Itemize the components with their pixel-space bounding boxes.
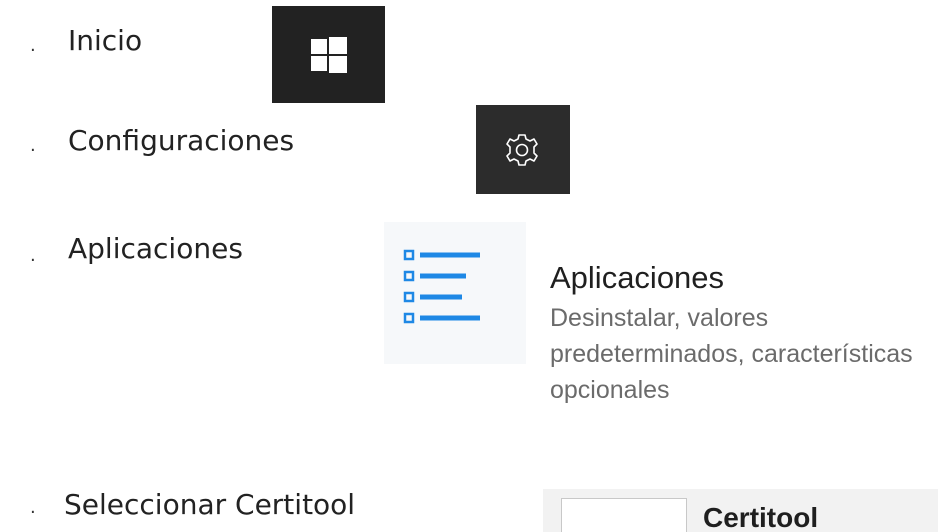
apps-card-description: Desinstalar, valores predeterminados, ca… bbox=[550, 304, 913, 404]
start-button[interactable] bbox=[272, 6, 385, 103]
apps-card-title: Aplicaciones bbox=[550, 260, 725, 295]
apps-settings-card[interactable]: Aplicaciones Desinstalar, valores predet… bbox=[384, 222, 938, 452]
step-bullet: · bbox=[30, 250, 36, 271]
step-label-configuraciones: Configuraciones bbox=[68, 124, 295, 157]
settings-button[interactable] bbox=[476, 105, 570, 194]
certitool-list-item[interactable]: Certitool bbox=[543, 489, 938, 532]
step-label-aplicaciones: Aplicaciones bbox=[68, 232, 243, 265]
step-bullet: · bbox=[30, 40, 36, 61]
windows-logo-icon bbox=[311, 37, 347, 73]
gear-icon bbox=[506, 134, 538, 166]
certitool-app-name: Certitool bbox=[703, 502, 819, 532]
apps-icon-tile bbox=[384, 222, 526, 364]
step-bullet: · bbox=[30, 140, 36, 161]
certitool-app-icon bbox=[561, 498, 687, 532]
apps-list-icon bbox=[403, 249, 480, 324]
step-label-seleccionar-certitool: Seleccionar Certitool bbox=[64, 488, 356, 521]
step-label-inicio: Inicio bbox=[68, 24, 143, 57]
step-bullet: · bbox=[30, 502, 36, 523]
